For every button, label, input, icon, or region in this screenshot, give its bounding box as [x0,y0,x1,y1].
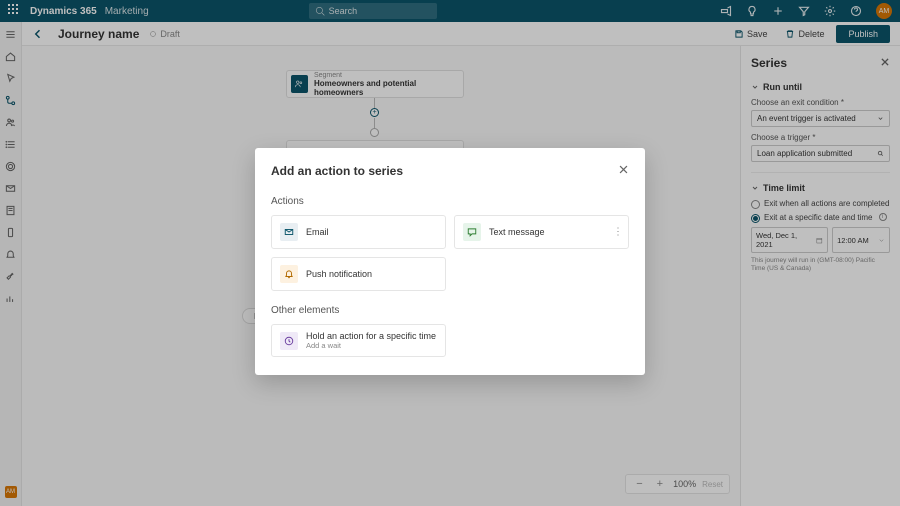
action-tile-email[interactable]: Email [271,215,446,249]
bell-icon [280,265,298,283]
modal-overlay[interactable]: Add an action to series Actions Email Te… [0,0,900,506]
modal-close-button[interactable] [618,162,629,180]
actions-section-label: Actions [271,196,629,207]
other-elements-section-label: Other elements [271,305,629,316]
element-tile-hold-action[interactable]: Hold an action for a specific time Add a… [271,324,446,357]
mail-icon [280,223,298,241]
more-icon[interactable]: ⋮ [613,227,622,238]
action-tile-push-notification[interactable]: Push notification [271,257,446,291]
clock-icon [280,332,298,350]
action-tile-text-message[interactable]: Text message ⋮ [454,215,629,249]
sms-icon [463,223,481,241]
add-action-modal: Add an action to series Actions Email Te… [255,148,645,375]
modal-title: Add an action to series [271,164,403,178]
